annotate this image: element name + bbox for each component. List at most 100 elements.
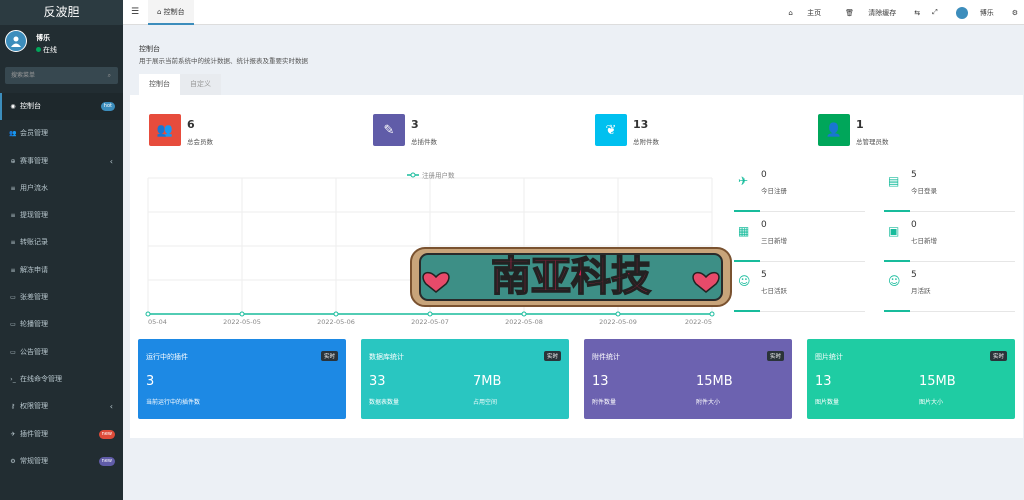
sidebar-item-8[interactable]: ▭ 轮播管理 bbox=[0, 311, 123, 338]
menu-icon: ▭ bbox=[10, 348, 16, 356]
sidebar-item-0[interactable]: ◉ 控制台 hot bbox=[0, 93, 123, 121]
tab-custom[interactable]: 自定义 bbox=[180, 74, 221, 95]
sidebar-item-1[interactable]: 👥 会员管理 bbox=[0, 120, 123, 147]
menu-icon: ⚷ bbox=[10, 403, 16, 411]
sidebar-item-12[interactable]: ✈ 插件管理 new bbox=[0, 421, 123, 448]
fullscreen-icon[interactable]: ⤢ bbox=[932, 8, 938, 17]
main-content: 控制台 用于展示当前系统中的统计数据、统计报表及重要实时数据 控制台 自定义 👥… bbox=[130, 33, 1023, 438]
menu-icon: ›_ bbox=[10, 375, 16, 383]
small-stat-5: ☺ 5 月活跃 bbox=[884, 268, 1015, 312]
translate-icon[interactable]: ⇆ bbox=[914, 9, 920, 17]
menu-toggle-icon[interactable]: ☰ bbox=[131, 0, 139, 25]
data-point bbox=[239, 311, 245, 317]
underline-bar bbox=[734, 260, 760, 262]
user-circle-icon: ☺ bbox=[888, 274, 901, 288]
card-value: 33 bbox=[369, 374, 386, 389]
realtime-badge: 实时 bbox=[320, 351, 338, 361]
stat-1: ✎ 3 总插件数 bbox=[373, 114, 553, 148]
small-stat-4: ☺ 5 七日活跃 bbox=[734, 268, 865, 312]
small-stat-label: 月活跃 bbox=[911, 287, 931, 295]
underline-bar bbox=[884, 310, 910, 312]
search-input[interactable]: 搜索菜单 ⌕ bbox=[5, 67, 118, 84]
stat-label: 总附件数 bbox=[633, 138, 659, 146]
menu-badge: hot bbox=[100, 102, 115, 111]
sidebar-item-7[interactable]: ▭ 张差管理 bbox=[0, 284, 123, 311]
app-logo[interactable]: 反波胆 bbox=[0, 0, 123, 25]
sidebar-menu: ◉ 控制台 hot 👥 会员管理 ⊕ 赛事管理 ‹ ≡ 用户流水 ≡ 提现管理 ≡ 转账记录 ≡ 解冻申请 ▭ 张… bbox=[0, 93, 123, 475]
page-header: 控制台 用于展示当前系统中的统计数据、统计报表及重要实时数据 控制台 自定义 bbox=[130, 33, 1023, 95]
avatar[interactable] bbox=[5, 30, 27, 52]
page-tabs: 控制台 自定义 bbox=[139, 74, 221, 95]
magic-wand-icon: ✎ bbox=[373, 114, 405, 146]
stat-3: 👤 1 总管理员数 bbox=[818, 114, 998, 148]
sidebar-item-label: 提现管理 bbox=[20, 211, 48, 220]
sidebar-item-6[interactable]: ≡ 解冻申请 bbox=[0, 257, 123, 284]
sidebar-item-13[interactable]: ⚙ 常规管理 new bbox=[0, 448, 123, 475]
underline-bar bbox=[884, 260, 910, 262]
card-sublabel-secondary: 附件大小 bbox=[696, 399, 721, 406]
underline-bar bbox=[734, 210, 760, 212]
sidebar-item-label: 用户流水 bbox=[20, 183, 48, 192]
calendar-plus-icon: ▣ bbox=[888, 224, 900, 238]
sidebar-item-10[interactable]: ›_ 在线命令管理 bbox=[0, 366, 123, 393]
sidebar-item-label: 轮播管理 bbox=[20, 320, 48, 329]
sidebar-item-5[interactable]: ≡ 转账记录 bbox=[0, 229, 123, 256]
menu-badge: new bbox=[98, 456, 115, 466]
small-stat-number: 0 bbox=[911, 220, 917, 230]
card-value: 13 bbox=[592, 374, 609, 389]
sidebar-item-label: 会员管理 bbox=[20, 129, 48, 138]
clear-cache-button[interactable]: 🗑 清除缓存 bbox=[839, 8, 902, 18]
small-stat-number: 0 bbox=[761, 220, 767, 230]
info-card-3: 图片统计 实时 13 15MB 图片数量 图片大小 bbox=[807, 339, 1015, 419]
rocket-icon: ✈ bbox=[738, 174, 749, 188]
menu-badge: new bbox=[98, 429, 115, 439]
search-icon[interactable]: ⌕ bbox=[108, 67, 111, 84]
home-link[interactable]: ⌂ 主页 bbox=[782, 8, 827, 18]
sidebar-item-2[interactable]: ⊕ 赛事管理 ‹ bbox=[0, 148, 123, 175]
chevron-left-icon[interactable]: ‹ bbox=[110, 148, 113, 175]
stat-0: 👥 6 总会员数 bbox=[149, 114, 329, 148]
menu-icon: ≡ bbox=[10, 212, 16, 220]
menu-icon: ◉ bbox=[10, 103, 16, 110]
sidebar-item-9[interactable]: ▭ 公告管理 bbox=[0, 339, 123, 366]
menu-icon: ⊕ bbox=[10, 157, 16, 165]
sidebar-item-label: 公告管理 bbox=[20, 347, 48, 356]
trash-icon: 🗑 bbox=[845, 8, 854, 17]
data-point bbox=[709, 311, 715, 317]
card-title: 数据库统计 bbox=[369, 353, 404, 361]
underline-bar bbox=[884, 210, 910, 212]
sidebar-item-11[interactable]: ⚷ 权限管理 ‹ bbox=[0, 393, 123, 420]
small-stat-label: 今日注册 bbox=[761, 187, 787, 195]
leaf-icon: ❦ bbox=[595, 114, 627, 146]
card-title: 运行中的插件 bbox=[146, 353, 188, 361]
chevron-left-icon[interactable]: ‹ bbox=[110, 393, 113, 420]
sidebar-item-4[interactable]: ≡ 提现管理 bbox=[0, 202, 123, 229]
settings-icon[interactable]: ⚙ bbox=[1012, 9, 1018, 17]
sidebar-item-label: 权限管理 bbox=[20, 402, 48, 411]
data-point bbox=[145, 311, 151, 317]
small-stat-number: 5 bbox=[761, 270, 767, 280]
tab-dashboard[interactable]: 控制台 bbox=[139, 74, 180, 95]
user-panel: 博乐 在线 bbox=[0, 25, 123, 63]
info-card-0: 运行中的插件 实时 3 当前运行中的插件数 bbox=[138, 339, 346, 419]
x-tick-label: 2022-05-07 bbox=[411, 318, 449, 326]
menu-icon: ⚙ bbox=[10, 457, 16, 465]
topbar-actions: ⌂ 主页 🗑 清除缓存 ⇆ ⤢ 博乐 ⚙ bbox=[776, 0, 1024, 25]
info-card-2: 附件统计 实时 13 15MB 附件数量 附件大小 bbox=[584, 339, 792, 419]
user-menu[interactable]: 博乐 bbox=[950, 6, 1000, 19]
realtime-badge: 实时 bbox=[766, 351, 784, 361]
home-icon: ⌂ bbox=[788, 8, 793, 17]
x-tick-label: 2022-05-06 bbox=[317, 318, 355, 326]
dashboard-icon: ⌂ bbox=[157, 8, 164, 16]
sidebar-item-3[interactable]: ≡ 用户流水 bbox=[0, 175, 123, 202]
user-icon: 👤 bbox=[818, 114, 850, 146]
user-circle-icon: ☺ bbox=[738, 274, 751, 288]
tab-dashboard[interactable]: ⌂ 控制台 bbox=[148, 0, 194, 25]
x-tick-label: 2022-05 bbox=[685, 318, 712, 326]
calendar-icon: ▦ bbox=[738, 224, 750, 238]
x-tick-label: 2022-05-09 bbox=[599, 318, 637, 326]
watermark-banner: 南亚科技 bbox=[410, 247, 732, 307]
stat-label: 总管理员数 bbox=[856, 138, 889, 146]
stat-label: 总会员数 bbox=[187, 138, 213, 146]
underline-bar bbox=[734, 310, 760, 312]
